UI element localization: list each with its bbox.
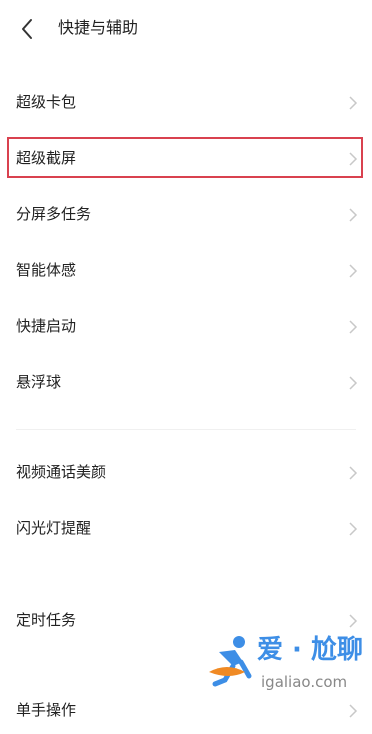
menu-item-floating-ball[interactable]: 悬浮球: [0, 358, 372, 406]
chevron-left-icon: [20, 18, 34, 40]
page-title: 快捷与辅助: [58, 18, 139, 37]
menu-item-super-card-wallet[interactable]: 超级卡包: [0, 78, 372, 126]
menu-item-flash-alert[interactable]: 闪光灯提醒: [0, 504, 372, 552]
menu-item-smart-motion[interactable]: 智能体感: [0, 246, 372, 294]
highlight-box: [7, 137, 363, 178]
chevron-right-icon: [348, 375, 358, 390]
section-divider: [16, 429, 356, 430]
menu-item-label: 定时任务: [16, 611, 77, 629]
chevron-right-icon: [348, 613, 358, 628]
chevron-right-icon: [348, 95, 358, 110]
runner-logo-icon: [205, 632, 259, 692]
menu-item-label: 单手操作: [16, 701, 77, 719]
header-bar: 快捷与辅助: [0, 0, 372, 56]
watermark-title: 爱 · 尬聊: [257, 635, 363, 665]
menu-item-video-call-beauty[interactable]: 视频通话美颜: [0, 448, 372, 496]
chevron-right-icon: [348, 207, 358, 222]
back-button[interactable]: [10, 12, 44, 46]
chevron-right-icon: [348, 263, 358, 278]
chevron-right-icon: [348, 319, 358, 334]
menu-item-label: 分屏多任务: [16, 205, 92, 223]
watermark: 爱 · 尬聊 igaliao.com: [205, 632, 365, 708]
menu-item-label: 悬浮球: [16, 373, 62, 391]
menu-item-label: 超级卡包: [16, 93, 77, 111]
chevron-right-icon: [348, 465, 358, 480]
menu-item-label: 视频通话美颜: [16, 463, 107, 481]
chevron-right-icon: [348, 521, 358, 536]
menu-item-label: 快捷启动: [16, 317, 77, 335]
menu-item-label: 闪光灯提醒: [16, 519, 92, 537]
watermark-url: igaliao.com: [261, 673, 348, 691]
menu-item-label: 智能体感: [16, 261, 77, 279]
menu-item-quick-launch[interactable]: 快捷启动: [0, 302, 372, 350]
menu-item-split-screen[interactable]: 分屏多任务: [0, 190, 372, 238]
